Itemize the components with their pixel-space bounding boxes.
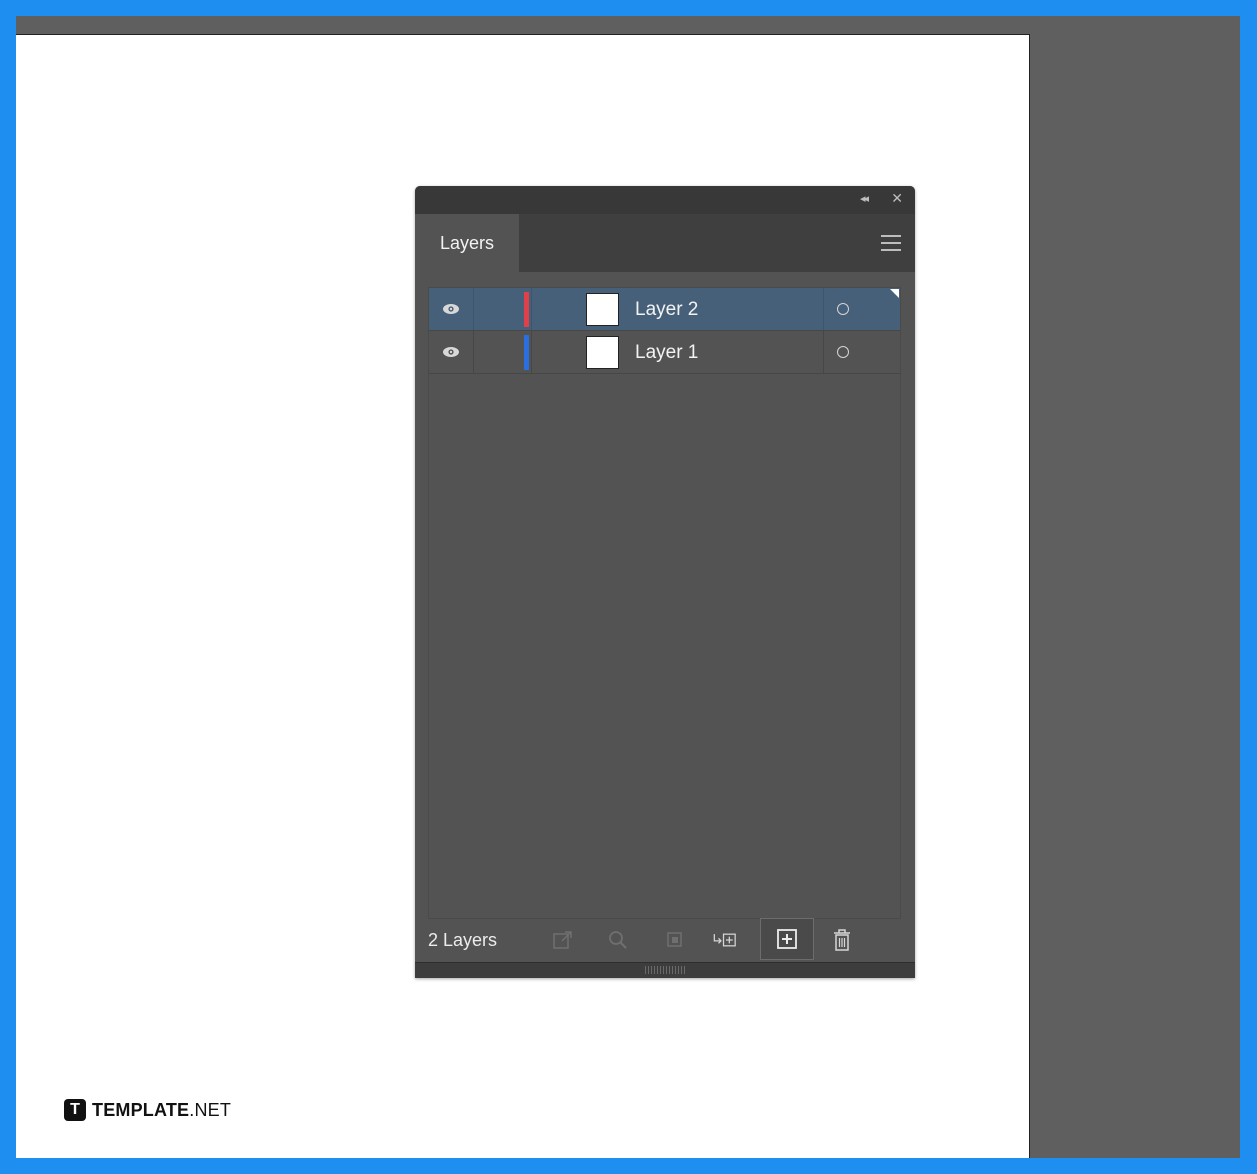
panel-resize-bar bbox=[415, 962, 915, 978]
delete-layer-icon[interactable] bbox=[827, 925, 857, 955]
layer-count: 2 Layers bbox=[428, 930, 498, 950]
layer-color-indicator bbox=[524, 335, 529, 370]
layer-row[interactable]: Layer 1 bbox=[429, 331, 900, 374]
logo-text: TEMPLATE.NET bbox=[92, 1099, 232, 1120]
create-sublayer-icon[interactable] bbox=[711, 925, 741, 955]
layers-panel: ◂◂ ✕ Layers Layer 2 Layer 1 2 Layers bbox=[415, 186, 915, 978]
visibility-eye-icon[interactable] bbox=[442, 303, 460, 315]
template-net-logo: T TEMPLATE.NET bbox=[64, 1099, 231, 1121]
layer-color-indicator bbox=[524, 292, 529, 327]
layer-thumbnail bbox=[586, 336, 619, 369]
panel-title-bar[interactable]: ◂◂ ✕ bbox=[415, 186, 915, 214]
make-clipping-mask-icon[interactable] bbox=[660, 925, 690, 955]
layer-name[interactable]: Layer 1 bbox=[635, 342, 698, 364]
locate-object-icon[interactable] bbox=[603, 925, 633, 955]
target-circle-icon[interactable] bbox=[837, 346, 849, 358]
layers-list[interactable]: Layer 2 Layer 1 bbox=[428, 287, 901, 919]
panel-menu-icon[interactable] bbox=[881, 235, 901, 251]
logo-mark: T bbox=[64, 1099, 86, 1121]
resize-grip-icon[interactable] bbox=[645, 966, 685, 974]
panel-tab-bar: Layers bbox=[415, 214, 915, 272]
panel-footer: 2 Layers bbox=[415, 918, 915, 961]
visibility-eye-icon[interactable] bbox=[442, 346, 460, 358]
collect-for-export-icon[interactable] bbox=[548, 925, 578, 955]
collapse-panel-icon[interactable]: ◂◂ bbox=[860, 192, 869, 205]
layer-row[interactable]: Layer 2 bbox=[429, 288, 900, 331]
layer-thumbnail bbox=[586, 293, 619, 326]
current-layer-indicator-icon bbox=[890, 289, 899, 298]
close-panel-icon[interactable]: ✕ bbox=[891, 190, 903, 207]
target-circle-icon[interactable] bbox=[837, 303, 849, 315]
layer-name[interactable]: Layer 2 bbox=[635, 299, 698, 321]
create-new-layer-icon[interactable] bbox=[760, 918, 814, 960]
tab-layers[interactable]: Layers bbox=[415, 214, 519, 272]
